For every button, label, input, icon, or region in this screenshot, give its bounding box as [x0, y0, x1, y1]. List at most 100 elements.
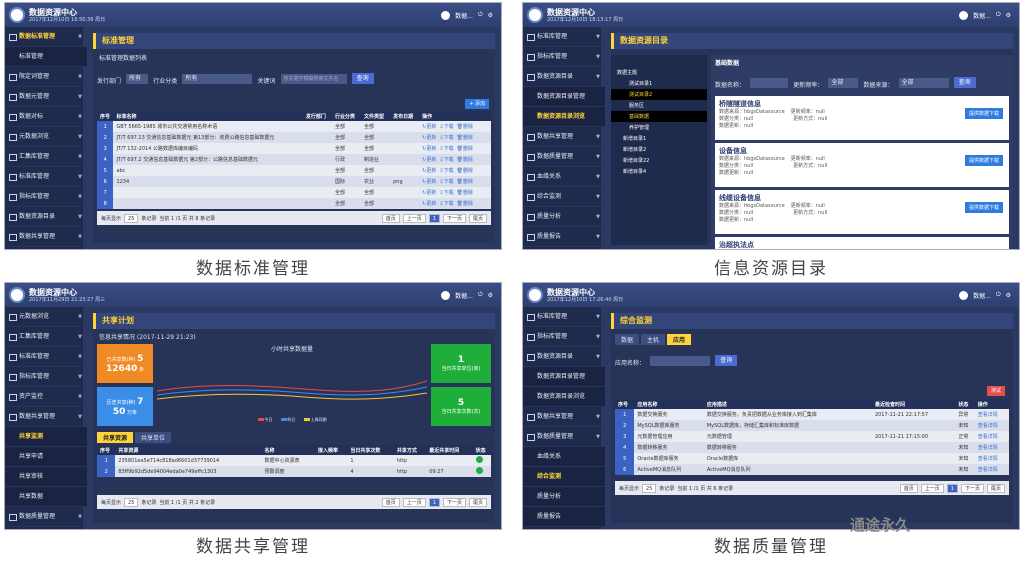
table-row[interactable]: 8 全部 全部 ↻更新 ⇩下载 🗑删除 [97, 198, 491, 209]
sidebar-item[interactable]: 数据共享管理 ▼ [5, 407, 87, 427]
sidebar-item[interactable]: 质量分析 ▼ [523, 207, 605, 227]
category-select[interactable]: 所有 [182, 73, 253, 84]
settings-icon[interactable]: ⚙ [488, 292, 493, 299]
query-button[interactable]: 查询 [351, 73, 374, 84]
view-details-link[interactable]: 查看详情 [974, 409, 1009, 420]
download-button[interactable]: 提供数据下载 [965, 249, 1003, 250]
tab-1[interactable]: 共享单位 [135, 432, 172, 443]
name-input[interactable] [750, 77, 789, 88]
sidebar-item[interactable]: 数据质量管理▼ [523, 147, 605, 167]
delete-icon[interactable]: 🗑 [457, 157, 463, 163]
action-1[interactable]: 下载 [444, 201, 454, 207]
table-row[interactable]: 6 ActiveMQ消息队列 ActiveMQ消息队列 未知 查看详情 [615, 464, 1009, 475]
action-0[interactable]: 更新 [426, 190, 436, 196]
sidebar-item[interactable]: 标准管理 [5, 47, 87, 67]
prev-page-button[interactable]: 上一页 [402, 213, 426, 223]
action-1[interactable]: 下载 [444, 124, 454, 130]
delete-icon[interactable]: 🗑 [457, 201, 463, 207]
sidebar-item[interactable]: 综合监测 ▼ [523, 187, 605, 207]
table-row[interactable]: 5 Oracle数据库服务 Oracle数据库 未知 查看详情 [615, 453, 1009, 464]
last-page-button[interactable]: 尾页 [986, 483, 1005, 493]
sidebar-item[interactable]: 标准库管理 ▼ [5, 347, 87, 367]
dept-select[interactable]: 所有 [126, 73, 149, 84]
tab-1[interactable]: 主机 [641, 334, 666, 345]
download-button[interactable]: 提供数据下载 [964, 108, 1003, 119]
avatar[interactable] [959, 10, 969, 20]
user-name[interactable]: 数据... [973, 11, 991, 20]
avatar[interactable] [441, 290, 451, 300]
sidebar-item[interactable]: 数据资源目录 ▼ [523, 347, 605, 367]
sidebar-item[interactable]: 资产监控 ▼ [5, 387, 87, 407]
last-page-button[interactable]: 尾页 [468, 497, 487, 507]
delete-icon[interactable]: 🗑 [457, 135, 463, 141]
table-row[interactable]: 7 全部 全部 ↻更新 ⇩下载 🗑删除 [97, 187, 491, 198]
sidebar-item[interactable]: 数据资源目录浏览 [523, 387, 605, 407]
first-page-button[interactable]: 首页 [899, 483, 918, 493]
download-icon[interactable]: ⇩ [439, 135, 443, 141]
sidebar-item[interactable]: 数据资源目录浏览 [523, 107, 605, 127]
tree-node[interactable]: 测试目录1 [611, 78, 707, 89]
sidebar-item[interactable]: 数据质量管理▼ [523, 427, 605, 447]
freq-select[interactable]: 全部 [828, 77, 859, 88]
delete-icon[interactable]: 🗑 [457, 190, 463, 196]
sidebar-item[interactable]: 指标库管理 ▼ [5, 367, 87, 387]
sidebar-item[interactable]: 标准库管理 ▼ [523, 307, 605, 327]
settings-icon[interactable]: ⚙ [1006, 292, 1011, 299]
sidebar-item[interactable]: 数据资源目录管理 [523, 367, 605, 387]
sidebar-item[interactable]: 数据资源目录 ▼ [5, 207, 87, 227]
tree-node[interactable]: 新增目录4 [611, 166, 707, 177]
view-details-link[interactable]: 查看详情 [974, 420, 1009, 431]
prev-page-button[interactable]: 上一页 [920, 483, 944, 493]
sidebar-item[interactable]: 数据共享管理 ▼ [523, 407, 605, 427]
page-size-select[interactable]: 25 [124, 213, 139, 223]
sidebar-item[interactable]: 质量报告 ▼ [523, 227, 605, 247]
download-icon[interactable]: ⇩ [439, 157, 443, 163]
sidebar-item[interactable]: 系统管理▼ [523, 527, 605, 529]
action-0[interactable]: 更新 [426, 201, 436, 207]
download-icon[interactable]: ⇩ [439, 190, 443, 196]
tree-node[interactable]: 养护管理 [611, 122, 707, 133]
sidebar-item[interactable]: 数据质量管理▼ [5, 507, 87, 527]
tree-node[interactable]: 新增目录1 [611, 133, 707, 144]
logout-icon[interactable]: ⏻ [478, 291, 483, 299]
logout-icon[interactable]: ⏻ [478, 11, 483, 19]
tree-node[interactable]: 新增目录22 [611, 155, 707, 166]
tab-0[interactable]: 数据 [615, 334, 640, 345]
download-icon[interactable]: ⇩ [439, 201, 443, 207]
action-0[interactable]: 更新 [426, 157, 436, 163]
sidebar-item[interactable]: 指标库管理 ▼ [523, 327, 605, 347]
delete-icon[interactable]: 🗑 [457, 168, 463, 174]
settings-icon[interactable]: ⚙ [1006, 12, 1011, 19]
view-details-link[interactable]: 查看详情 [974, 453, 1009, 464]
tab-2[interactable]: 应用 [667, 334, 692, 345]
delete-icon[interactable]: 🗑 [457, 124, 463, 130]
sidebar-item[interactable]: 数据共享管理 ▼ [5, 227, 87, 247]
sidebar-item[interactable]: 共享申请 [5, 447, 87, 467]
table-row[interactable]: 2 MySQL数据库服务 MySQL数据库，存储汇集库和标准库数据 未知 查看详情 [615, 420, 1009, 431]
table-row[interactable]: 1 235801ea5e714c818ad6601d37739014 数据中心资源表… [97, 455, 491, 466]
tree-node[interactable]: 基础数据 [611, 111, 707, 122]
action-0[interactable]: 更新 [426, 146, 436, 152]
sidebar-item[interactable]: 综合监测 [523, 467, 605, 487]
sidebar-item[interactable]: 限定词管理 ▼ [5, 67, 87, 87]
tree-node[interactable]: 新增目录2 [611, 144, 707, 155]
action-0[interactable]: 更新 [426, 135, 436, 141]
table-row[interactable]: 2 JT/T 697.13 交通信息基础数据元 第13部分：收费公路信息基础数据元… [97, 132, 491, 143]
table-row[interactable]: 2 83ff9b92d5de94004eda0e749effc1303 预警调度 4 h… [97, 466, 491, 477]
sidebar-item[interactable]: 共享审核 [5, 467, 87, 487]
table-row[interactable]: 4 数据转移服务 数据转移服务 未知 查看详情 [615, 442, 1009, 453]
table-row[interactable]: 5 abc 全部 全部 ↻更新 ⇩下载 🗑删除 [97, 165, 491, 176]
sidebar-item[interactable]: 汇集库管理 ▼ [5, 327, 87, 347]
tab-0[interactable]: 共享资源 [97, 432, 134, 443]
sidebar-item[interactable]: 数据质量管理▼ [5, 247, 87, 249]
first-page-button[interactable]: 首页 [381, 213, 400, 223]
download-icon[interactable]: ⇩ [439, 146, 443, 152]
page-size-select[interactable]: 25 [124, 497, 139, 507]
sidebar-item[interactable]: 数据元管理 ▼ [5, 87, 87, 107]
tree-node[interactable]: 服务区 [611, 100, 707, 111]
download-icon[interactable]: ⇩ [439, 168, 443, 174]
delete-icon[interactable]: 🗑 [457, 146, 463, 152]
avatar[interactable] [959, 290, 969, 300]
action-2[interactable]: 删除 [463, 190, 473, 196]
sidebar-item[interactable]: 数据资源目录 ▼ [523, 67, 605, 87]
